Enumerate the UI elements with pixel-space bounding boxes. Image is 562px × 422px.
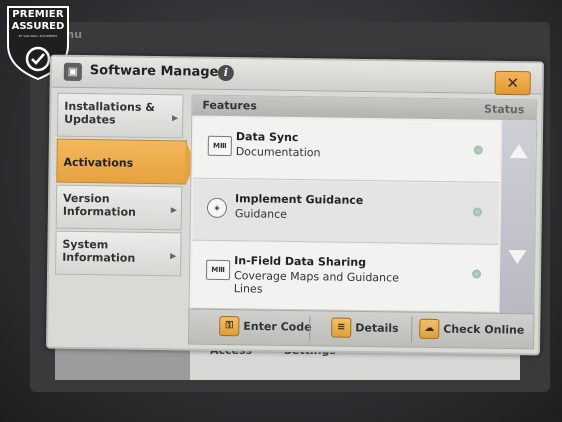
feature-row-implement-guidance[interactable]: ◈ Implement Guidance Guidance [192,179,500,245]
close-icon: ✕ [506,73,520,93]
window-title: Software Manager [89,63,225,81]
software-manager-window: ▣ Software Manager i ✕ Installations & U… [45,54,545,356]
features-panel: Features Status ⅯⅢ Data Sync Documentati… [188,94,538,316]
badge-line1: PREMIER [12,9,64,20]
badge-line2: ASSURED [11,21,65,32]
feature-description: Coverage Maps and Guidance Lines [233,269,399,296]
implement-guidance-icon: ◈ [206,197,228,219]
feature-name: Implement Guidance [234,192,364,207]
status-column-header: Status [484,102,525,117]
sidebar-item-label: System Information [62,237,136,265]
title-bar: ▣ Software Manager i ✕ [51,56,543,96]
scroll-up-icon[interactable] [509,143,528,159]
sidebar-item-label: Installations & Updates [64,99,155,127]
close-button[interactable]: ✕ [494,70,531,96]
enter-code-label: Enter Code [243,319,312,334]
feature-description: Guidance [234,207,288,221]
sidebar-item-system-information[interactable]: System Information ▶ [55,230,182,277]
feature-description: Documentation [235,145,321,160]
data-sync-icon: ⅯⅢ [207,135,232,157]
badge-sub: BY VAN WALL EQUIPMENT [18,34,58,38]
scrollbar[interactable] [499,119,537,315]
details-label: Details [355,321,399,335]
features-header: Features Status [192,95,537,121]
details-button[interactable]: ≡ Details [331,317,399,341]
features-column-header: Features [202,98,257,113]
sidebar-item-activations[interactable]: Activations [56,138,196,186]
status-indicator-icon [471,269,482,279]
sidebar: Installations & Updates ▶ Activations Ve… [54,92,196,345]
info-icon[interactable]: i [217,64,234,82]
check-online-button[interactable]: ☁ Check Online [419,318,525,342]
chevron-right-icon: ▶ [171,113,179,123]
feature-row-in-field-data-sharing[interactable]: ⅯⅢ In-Field Data Sharing Coverage Maps a… [191,241,499,313]
feature-row-data-sync[interactable]: ⅯⅢ Data Sync Documentation [193,117,501,183]
sidebar-item-installations-updates[interactable]: Installations & Updates ▶ [56,92,184,139]
action-bar: ⚿ Enter Code ≡ Details ☁ Check Online [188,308,535,350]
status-indicator-icon [473,145,483,155]
chevron-right-icon: ▶ [170,251,177,261]
check-online-label: Check Online [443,322,525,337]
divider [411,316,413,343]
scroll-down-icon[interactable] [508,249,527,265]
feature-name: In-Field Data Sharing [234,254,367,269]
chevron-right-icon: ▶ [170,205,177,215]
sidebar-item-version-information[interactable]: Version Information ▶ [55,184,183,231]
status-indicator-icon [472,207,482,217]
feature-name: Data Sync [235,130,299,145]
sidebar-item-label: Version Information [62,191,136,219]
data-sharing-icon: ⅯⅢ [205,259,231,281]
key-icon: ⚿ [219,315,240,337]
document-icon: ≡ [331,317,352,338]
software-manager-icon: ▣ [63,62,82,82]
enter-code-button[interactable]: ⚿ Enter Code [219,315,312,339]
sidebar-item-label: Activations [63,155,134,170]
cloud-icon: ☁ [419,318,440,340]
